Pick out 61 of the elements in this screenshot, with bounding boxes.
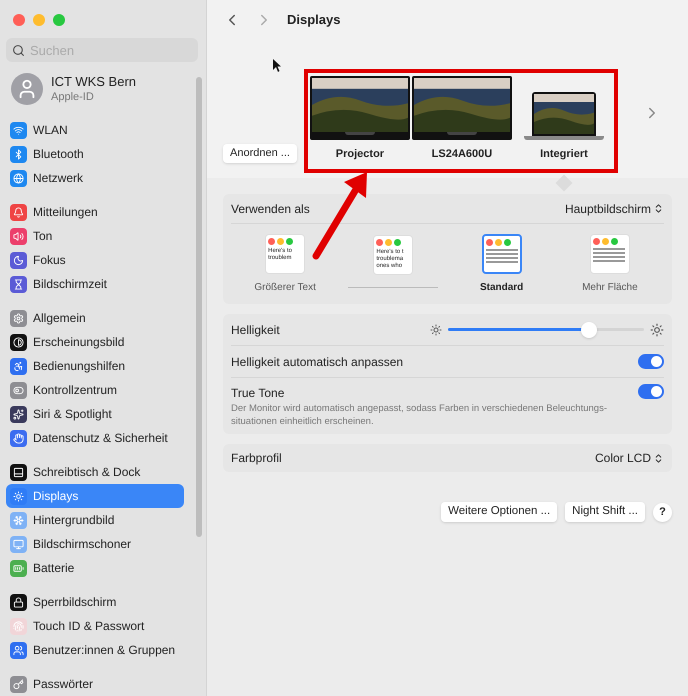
option-button[interactable]: Night Shift ... <box>565 502 645 522</box>
search-icon <box>12 44 25 57</box>
sidebar-item[interactable]: Hintergrundbild <box>6 508 184 532</box>
zoom-button[interactable] <box>53 14 65 26</box>
resolution-preview[interactable] <box>482 234 522 274</box>
display-name: Projector <box>336 147 384 162</box>
display-name: Integriert <box>540 147 588 162</box>
sidebar-item[interactable]: Benutzer:innen & Gruppen <box>6 638 184 662</box>
profile-name[interactable]: ICT WKS Bern <box>51 74 136 90</box>
dim-sun-icon <box>430 324 442 336</box>
sidebar-item[interactable]: Erscheinungsbild <box>6 330 184 354</box>
sidebar-item[interactable]: Allgemein <box>6 306 184 330</box>
sidebar-item[interactable]: Batterie <box>6 556 184 580</box>
stepper-icon <box>653 203 664 214</box>
sidebar-item[interactable]: Siri & Spotlight <box>6 402 184 426</box>
resolution-label: Mehr Fläche <box>582 280 638 294</box>
sidebar-item[interactable]: Displays <box>6 484 184 508</box>
true-tone-label: True Tone <box>231 385 286 402</box>
sidebar-item[interactable]: Passwörter <box>6 672 184 696</box>
arrange-button[interactable]: Anordnen ... <box>223 144 297 162</box>
brightness-slider[interactable] <box>448 322 644 338</box>
auto-brightness-label: Helligkeit automatisch anpassen <box>231 354 404 370</box>
sidebar-item[interactable]: Bildschirmschoner <box>6 532 184 556</box>
display-tile[interactable]: Integriert <box>514 84 613 182</box>
sidebar-item[interactable]: Kontrollzentrum <box>6 378 184 402</box>
close-button[interactable] <box>13 14 25 26</box>
sidebar-item[interactable]: Fokus <box>6 248 184 272</box>
sidebar-item[interactable]: Datenschutz & Sicherheit <box>6 426 184 450</box>
slider-thumb[interactable] <box>581 322 598 338</box>
resolution-label: Standard <box>480 280 524 294</box>
display-tile[interactable]: LS24A600U <box>412 76 511 182</box>
option-button[interactable]: Weitere Optionen ... <box>441 502 558 522</box>
avatar-icon <box>11 73 43 105</box>
wallpaper-thumbnail <box>534 94 594 134</box>
sidebar-item[interactable]: Ton <box>6 224 184 248</box>
sidebar-item[interactable]: Bluetooth <box>6 142 184 166</box>
sidebar-item[interactable]: Mitteilungen <box>6 200 184 224</box>
help-button[interactable]: ? <box>653 502 672 522</box>
profile-subtitle: Apple-ID <box>51 90 95 104</box>
brightness-label: Helligkeit <box>231 322 280 338</box>
display-tile[interactable]: Projector <box>310 76 409 182</box>
toggle-switch[interactable] <box>638 384 664 399</box>
resolution-label: Größerer Text <box>254 280 316 294</box>
sidebar-item[interactable]: Bedienungshilfen <box>6 354 184 378</box>
use-as-label: Verwenden als <box>231 200 310 218</box>
sidebar-item[interactable]: Schreibtisch & Dock <box>6 460 184 484</box>
sidebar-item[interactable]: Touch ID & Passwort <box>6 614 184 638</box>
window-title: Displays <box>287 11 340 30</box>
color-profile-dropdown[interactable]: Color LCD <box>594 449 664 467</box>
sidebar-item[interactable]: WLAN <box>6 118 184 142</box>
sidebar-item[interactable]: Bildschirmzeit <box>6 272 184 296</box>
mouse-pointer-icon <box>273 59 281 72</box>
toggle-switch[interactable] <box>638 354 664 369</box>
stepper-icon <box>653 452 664 464</box>
bright-sun-icon <box>650 322 664 336</box>
sidebar-item[interactable]: Sperrbildschirm <box>6 590 184 614</box>
sidebar-item[interactable]: Netzwerk <box>6 166 184 190</box>
display-name: LS24A600U <box>432 147 492 162</box>
color-profile-label: Farbprofil <box>231 450 282 467</box>
use-as-dropdown[interactable]: Hauptbildschirm <box>564 200 664 218</box>
true-tone-description: Der Monitor wird automatisch angepasst, sodass Farben in verschiedenen Beleuchtungs-situationen einheitlich erscheinen. <box>231 402 608 428</box>
